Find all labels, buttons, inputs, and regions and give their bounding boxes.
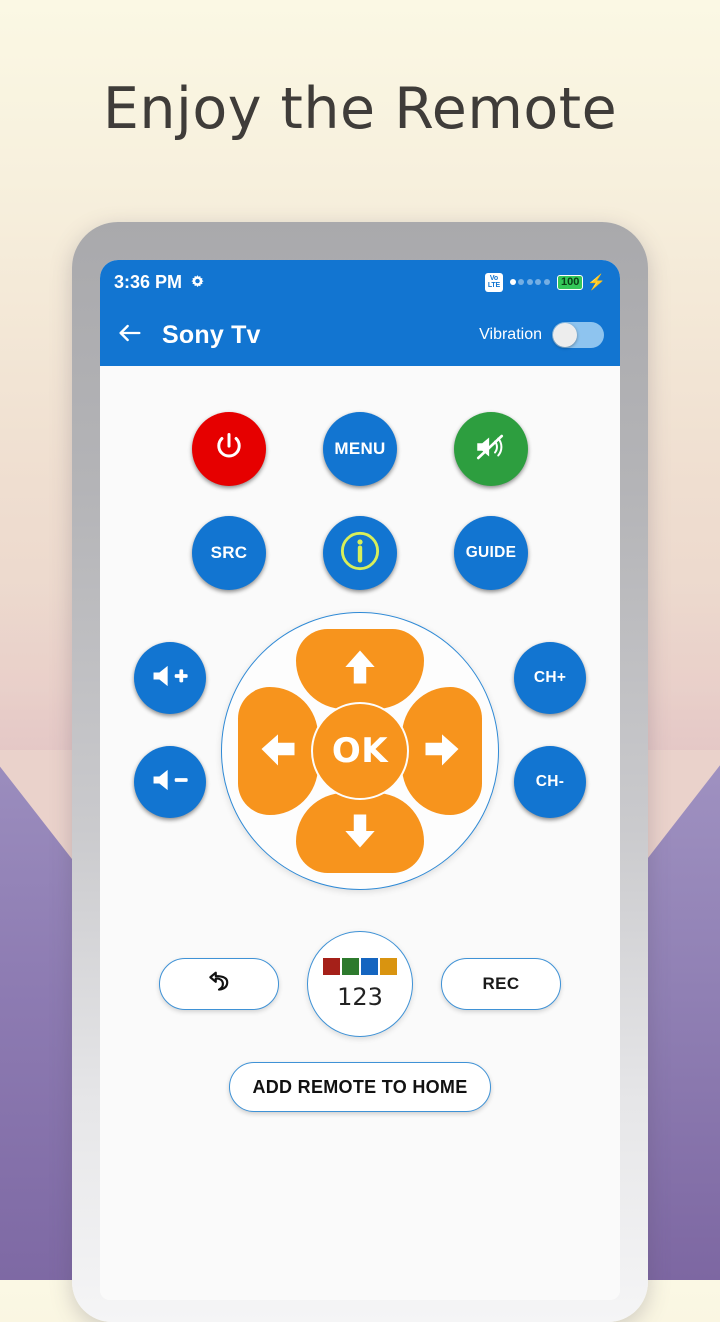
gear-icon <box>189 274 206 291</box>
phone-frame: 3:36 PM Vo LTE 100 ⚡ Sony Tv Vibration M… <box>72 222 648 1322</box>
volume-down-icon <box>150 765 190 800</box>
vibration-label: Vibration <box>479 326 542 343</box>
dpad-right-button[interactable] <box>402 687 482 815</box>
swatch-blue <box>361 957 378 975</box>
color-buttons-icon <box>323 957 397 975</box>
record-button[interactable]: REC <box>441 958 561 1010</box>
add-remote-to-home-button[interactable]: ADD REMOTE TO HOME <box>229 1062 491 1112</box>
menu-button-label: MENU <box>334 439 386 458</box>
guide-button-label: GUIDE <box>465 544 517 561</box>
status-time: 3:36 PM <box>114 271 183 292</box>
dpad-left-button[interactable] <box>238 687 318 815</box>
toggle-knob <box>553 323 577 347</box>
menu-button[interactable]: MENU <box>323 412 397 486</box>
channel-down-label: CH- <box>535 773 565 790</box>
navigation-area: CH+ CH- OK <box>100 612 620 912</box>
signal-strength-icon <box>509 279 550 285</box>
swatch-yellow <box>380 957 397 975</box>
ok-button-label: OK <box>331 731 389 771</box>
page-title: Enjoy the Remote <box>102 76 618 142</box>
status-bar: 3:36 PM Vo LTE 100 ⚡ <box>100 260 620 304</box>
channel-down-button[interactable]: CH- <box>514 746 586 818</box>
record-button-label: REC <box>482 974 520 993</box>
button-row-2: SRC GUIDE <box>100 516 620 590</box>
source-button-label: SRC <box>210 543 248 562</box>
right-arrow-icon <box>420 727 464 776</box>
back-arrow-icon[interactable] <box>116 319 144 352</box>
power-icon <box>212 430 246 469</box>
swatch-green <box>342 957 359 975</box>
app-bar-title: Sony Tv <box>162 320 261 349</box>
charging-icon: ⚡ <box>587 273 606 291</box>
status-bar-left: 3:36 PM <box>114 272 206 293</box>
dpad-up-button[interactable] <box>296 629 424 709</box>
status-bar-right: Vo LTE 100 ⚡ <box>484 272 606 292</box>
up-arrow-icon <box>338 645 382 694</box>
swatch-red <box>323 957 340 975</box>
channel-up-label: CH+ <box>533 669 567 686</box>
guide-button[interactable]: GUIDE <box>454 516 528 590</box>
vibration-toggle[interactable] <box>552 322 604 348</box>
back-button[interactable] <box>159 958 279 1010</box>
add-remote-row: ADD REMOTE TO HOME <box>100 1062 620 1112</box>
app-bar: Sony Tv Vibration <box>100 304 620 366</box>
vibration-control[interactable]: Vibration <box>479 322 604 348</box>
info-icon <box>337 528 383 579</box>
bottom-button-row: 123 REC <box>100 928 620 1040</box>
info-button[interactable] <box>323 516 397 590</box>
volume-up-button[interactable] <box>134 642 206 714</box>
dpad: OK <box>221 612 499 890</box>
ok-button[interactable]: OK <box>311 702 409 800</box>
phone-screen: 3:36 PM Vo LTE 100 ⚡ Sony Tv Vibration M… <box>100 260 620 1300</box>
channel-up-button[interactable]: CH+ <box>514 642 586 714</box>
add-remote-to-home-label: ADD REMOTE TO HOME <box>252 1076 468 1097</box>
power-button[interactable] <box>192 412 266 486</box>
remote-control-panel: MENU SRC GUIDE CH+ CH- OK 123 REC ADD RE… <box>100 412 620 1300</box>
number-pad-label: 123 <box>337 982 383 1011</box>
return-arrow-icon <box>204 969 234 1000</box>
button-row-1: MENU <box>100 412 620 486</box>
volume-up-icon <box>150 661 190 696</box>
number-pad-button[interactable]: 123 <box>307 931 413 1037</box>
source-button[interactable]: SRC <box>192 516 266 590</box>
volume-down-button[interactable] <box>134 746 206 818</box>
battery-level: 100 <box>556 274 584 290</box>
mute-icon <box>473 432 509 467</box>
dpad-down-button[interactable] <box>296 793 424 873</box>
volte-icon: Vo LTE <box>484 272 503 292</box>
mute-button[interactable] <box>454 412 528 486</box>
left-arrow-icon <box>256 727 300 776</box>
down-arrow-icon <box>338 809 382 858</box>
